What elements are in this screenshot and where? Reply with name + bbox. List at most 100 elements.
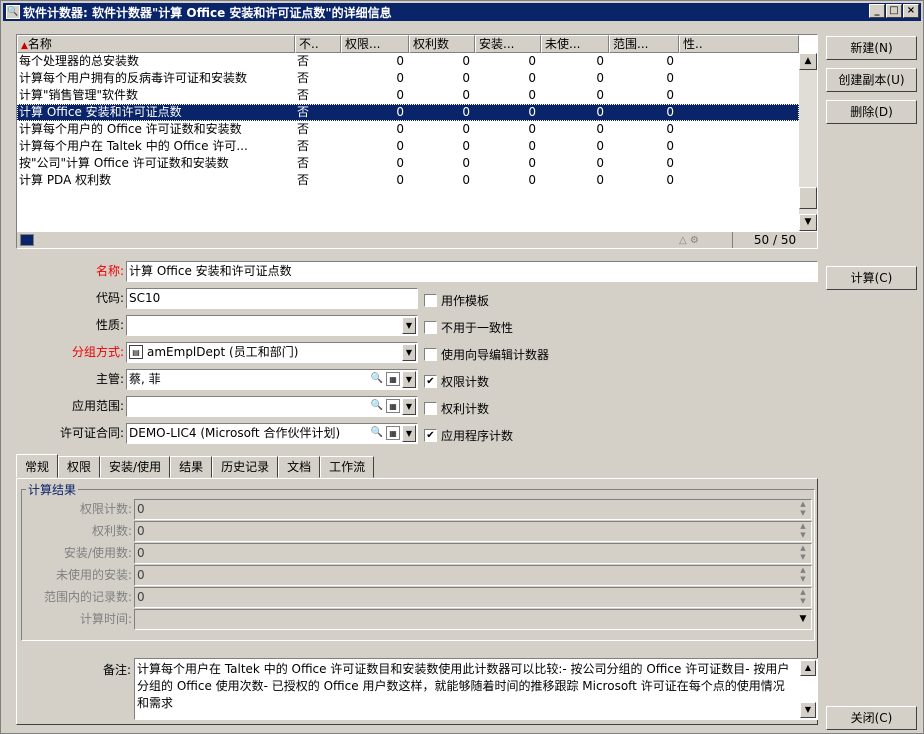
result-field: 0	[134, 587, 812, 608]
memo-label: 备注:	[102, 663, 131, 677]
list-status-bar: △ ⚙ 50 / 50	[17, 232, 817, 248]
memo-scroll-up-icon[interactable]: ▲	[800, 660, 816, 676]
table-cell: 否	[297, 71, 310, 85]
close-button[interactable]: 关闭(C)	[826, 706, 917, 730]
tab-workflow[interactable]: 工作流	[320, 456, 375, 478]
scope-search-icon[interactable]: 🔍	[370, 399, 384, 413]
table-cell: 0	[528, 156, 536, 170]
table-cell: 计算每个用户的 Office 许可证数和安装数	[19, 122, 242, 136]
checkbox-3[interactable]: ✔ 权限计数	[424, 373, 489, 390]
scope-dropdown-icon[interactable]: ▼	[402, 398, 416, 415]
column-header-entitlements[interactable]: 权利数	[409, 35, 475, 53]
table-row[interactable]: 计算"销售管理"软件数 否 0 0 0 0 0	[17, 87, 799, 104]
table-cell	[679, 138, 799, 155]
checkbox-5[interactable]: ✔ 应用程序计数	[424, 427, 513, 444]
column-header-installs[interactable]: 安装...	[475, 35, 541, 53]
table-cell: 0	[596, 173, 604, 187]
table-cell	[679, 121, 799, 138]
memo-field[interactable]: 计算每个用户在 Taltek 中的 Office 许可证数目和安装数使用此计数器…	[134, 658, 818, 720]
delete-button[interactable]: 删除(D)	[826, 100, 917, 124]
column-header-excluded[interactable]: 不..	[295, 35, 341, 53]
window-title: 软件计数器: 软件计数器"计算 Office 安装和许可证点数"的详细信息	[23, 5, 392, 20]
table-cell	[679, 87, 799, 104]
tab-documents[interactable]: 文档	[278, 456, 321, 478]
title-bar[interactable]: 🔍 软件计数器: 软件计数器"计算 Office 安装和许可证点数"的详细信息 …	[3, 3, 921, 21]
counter-list[interactable]: ▲名称 不.. 权限... 权利数 安装... 未使... 范围... 性.. …	[16, 34, 818, 249]
checkbox-1[interactable]: 不用于一致性	[424, 319, 513, 336]
table-row[interactable]: 按"公司"计算 Office 许可证数和安装数 否 0 0 0 0 0	[17, 155, 799, 172]
list-scrollbar[interactable]: ▲ ▼	[799, 53, 817, 231]
close-window-button[interactable]: ×	[903, 4, 919, 18]
contract-detail-icon[interactable]: ▦	[386, 426, 400, 440]
window-app-icon: 🔍	[6, 5, 20, 19]
checkbox-box[interactable]	[424, 294, 437, 307]
filter-icon[interactable]: △ ⚙	[679, 235, 699, 246]
nature-dropdown-icon[interactable]: ▼	[402, 317, 416, 334]
table-cell: 0	[462, 173, 470, 187]
table-row[interactable]: 计算每个用户拥有的反病毒许可证和安装数 否 0 0 0 0 0	[17, 70, 799, 87]
column-header-rights[interactable]: 权限...	[341, 35, 409, 53]
tab-results[interactable]: 结果	[170, 456, 213, 478]
contract-dropdown-icon[interactable]: ▼	[402, 425, 416, 442]
column-header-name[interactable]: ▲名称	[17, 35, 295, 53]
checkbox-box[interactable]	[424, 348, 437, 361]
group-by-dropdown-icon[interactable]: ▼	[402, 344, 416, 361]
table-row[interactable]: 计算 Office 安装和许可证点数 否 0 0 0 0 0	[17, 104, 799, 121]
table-cell: 计算每个用户拥有的反病毒许可证和安装数	[19, 71, 248, 85]
table-cell: 0	[462, 71, 470, 85]
tab-installs-usage[interactable]: 安装/使用	[100, 456, 171, 478]
checkbox-box[interactable]	[424, 402, 437, 415]
contract-search-icon[interactable]: 🔍	[370, 426, 384, 440]
column-header-nature[interactable]: 性..	[679, 35, 799, 53]
table-cell: 计算"销售管理"软件数	[19, 88, 139, 102]
checkbox-2[interactable]: 使用向导编辑计数器	[424, 346, 549, 363]
result-label: 权限计数:	[79, 502, 132, 516]
table-row[interactable]: 计算每个用户在 Taltek 中的 Office 许可... 否 0 0 0 0 0	[17, 138, 799, 155]
nature-select[interactable]	[126, 315, 418, 336]
list-menu-icon[interactable]	[20, 234, 34, 246]
supervisor-detail-icon[interactable]: ▦	[386, 372, 400, 386]
name-field[interactable]: 计算 Office 安装和许可证点数	[126, 261, 818, 282]
table-row[interactable]: 计算每个用户的 Office 许可证数和安装数 否 0 0 0 0 0	[17, 121, 799, 138]
checkbox-4[interactable]: 权利计数	[424, 400, 489, 417]
tab-rights[interactable]: 权限	[58, 456, 101, 478]
supervisor-search-icon[interactable]: 🔍	[370, 372, 384, 386]
table-cell: 0	[596, 88, 604, 102]
result-label: 安装/使用数:	[63, 546, 132, 560]
maximize-button[interactable]: □	[886, 4, 902, 18]
scroll-thumb[interactable]	[799, 187, 817, 209]
supervisor-dropdown-icon[interactable]: ▼	[402, 371, 416, 388]
table-cell: 0	[666, 105, 674, 119]
scope-detail-icon[interactable]: ▦	[386, 399, 400, 413]
checkbox-box[interactable]: ✔	[424, 375, 437, 388]
duplicate-button[interactable]: 创建副本(U)	[826, 68, 917, 92]
tab-history[interactable]: 历史记录	[212, 456, 279, 478]
minimize-button[interactable]: _	[869, 4, 885, 18]
tab-general[interactable]: 常规	[16, 454, 59, 478]
scroll-up-icon[interactable]: ▲	[799, 53, 817, 70]
table-cell: 0	[596, 139, 604, 153]
column-header-scope[interactable]: 范围...	[609, 35, 679, 53]
compute-button[interactable]: 计算(C)	[826, 266, 917, 290]
table-cell: 0	[528, 173, 536, 187]
checkbox-label: 使用向导编辑计数器	[441, 348, 550, 362]
memo-scroll-down-icon[interactable]: ▼	[800, 702, 816, 718]
table-row[interactable]: 每个处理器的总安装数 否 0 0 0 0 0	[17, 53, 799, 70]
group-by-select[interactable]: amEmplDept (员工和部门)	[126, 342, 418, 363]
code-field[interactable]: SC10	[126, 288, 418, 309]
memo-text: 计算每个用户在 Taltek 中的 Office 许可证数目和安装数使用此计数器…	[137, 662, 790, 710]
checkbox-0[interactable]: 用作模板	[424, 292, 489, 309]
table-cell: 0	[528, 54, 536, 68]
supervisor-label: 主管:	[95, 372, 124, 386]
new-button[interactable]: 新建(N)	[826, 36, 917, 60]
table-row[interactable]: 计算 PDA 权利数 否 0 0 0 0 0	[17, 172, 799, 189]
table-cell: 按"公司"计算 Office 许可证数和安装数	[19, 156, 229, 170]
result-field: 0	[134, 521, 812, 542]
window: 🔍 软件计数器: 软件计数器"计算 Office 安装和许可证点数"的详细信息 …	[0, 0, 924, 734]
checkbox-box[interactable]: ✔	[424, 429, 437, 442]
table-cell: 计算 Office 安装和许可证点数	[19, 105, 182, 119]
column-header-unused[interactable]: 未使...	[541, 35, 609, 53]
checkbox-box[interactable]	[424, 321, 437, 334]
table-cell	[679, 70, 799, 87]
scroll-down-icon[interactable]: ▼	[799, 214, 817, 231]
